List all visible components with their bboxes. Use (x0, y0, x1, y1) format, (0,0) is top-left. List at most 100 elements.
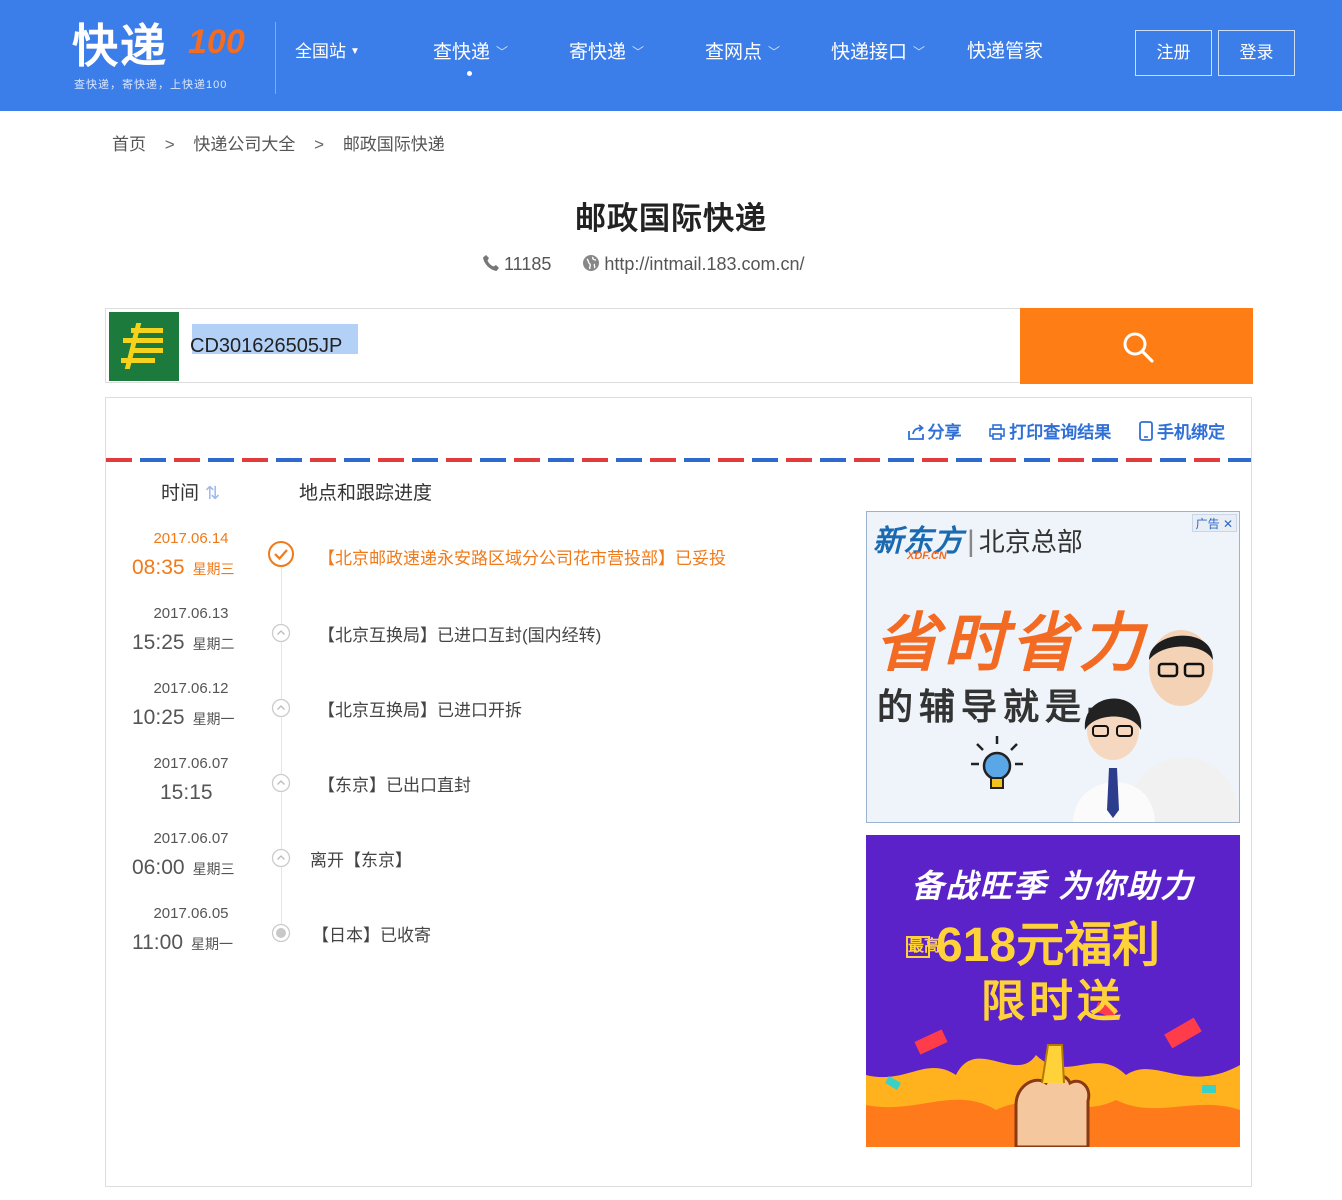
sort-icon[interactable]: ⇅ (205, 483, 220, 504)
chevron-down-icon: ﹀ (496, 45, 509, 59)
event-date: 2017.06.12 (153, 680, 229, 697)
event-clock: 10:25 (132, 706, 185, 729)
company-website: http://intmail.183.com.cn/ (604, 254, 805, 274)
nav-label: 查网点 (705, 42, 763, 63)
tracking-event: 2017.06.07 06:00 星期三 离开【东京】 (106, 830, 846, 890)
nav-find-outlet[interactable]: 查网点 ﹀ (705, 38, 780, 67)
chevron-down-icon: ﹀ (632, 45, 645, 59)
active-nav-indicator (467, 71, 472, 76)
top-navigation-bar: 快递 100 查快递，寄快递，上快递100 全国站 ▼ 查快递 ﹀ 寄快递 ﹀ 查网点… (0, 0, 1342, 111)
tracking-result-panel: 分享 打印查询结果 手机绑定 时间 ⇅ 地点和跟踪进度 2017.06.14 08… (105, 397, 1252, 1187)
header-divider (275, 22, 276, 94)
event-time: 15:25 星期二 (132, 631, 332, 655)
event-weekday: 星期三 (192, 561, 235, 577)
nav-label: 查快递 (433, 42, 491, 63)
event-date: 2017.06.07 (153, 830, 229, 847)
phone-icon (482, 254, 500, 277)
event-description: 离开【东京】 (310, 851, 412, 870)
event-clock: 15:25 (132, 631, 185, 654)
breadcrumb: 首页 > 快递公司大全 > 邮政国际快递 (112, 130, 445, 155)
company-website-link[interactable]: http://intmail.183.com.cn/ (582, 254, 805, 274)
event-description: 【日本】已收寄 (312, 926, 431, 945)
company-contact: 11185 http://intmail.183.com.cn/ (482, 254, 805, 277)
event-description: 【北京互换局】已进口互封(国内经转) (318, 626, 602, 645)
event-weekday: 星期三 (192, 861, 235, 877)
mobile-phone-icon (1139, 421, 1153, 441)
nav-label: 快递管家 (967, 41, 1044, 62)
breadcrumb-separator: > (164, 135, 175, 154)
event-date: 2017.06.05 (153, 905, 229, 922)
ad-badge[interactable]: 广告 ✕ (1191, 514, 1237, 532)
nav-track-parcel[interactable]: 查快递 ﹀ (433, 38, 508, 67)
caret-down-icon: ▼ (350, 46, 360, 57)
share-icon (907, 424, 924, 440)
register-button[interactable]: 注册 (1135, 30, 1212, 76)
lightbulb-icon (971, 736, 1023, 789)
breadcrumb-home[interactable]: 首页 (112, 130, 146, 155)
event-date: 2017.06.14 (153, 530, 229, 547)
share-button[interactable]: 分享 (907, 418, 962, 443)
advertisement-xdf[interactable]: 新东方 | 北京总部 XDF.CN 省时省力 的辅导就是- 广告 ✕ (866, 511, 1240, 823)
tracking-event: 2017.06.14 08:35 星期三 【北京邮政速递永安路区域分公司花市营投部… (106, 530, 846, 590)
region-label: 全国站 (295, 42, 346, 61)
tracking-event: 2017.06.12 10:25 星期一 【北京互换局】已进口开拆 (106, 680, 846, 740)
event-time: 11:00 星期一 (132, 931, 332, 955)
ad-offer-subtitle: 限时送 (981, 977, 1125, 1026)
event-clock: 08:35 (132, 556, 185, 579)
bind-phone-label: 手机绑定 (1157, 423, 1225, 442)
chevron-up-circle-icon (271, 848, 291, 868)
tracking-event: 2017.06.13 15:25 星期二 【北京互换局】已进口互封(国内经转) (106, 605, 846, 665)
ad-headline: 备战旺季 为你助力 (911, 868, 1195, 904)
event-description: 【北京互换局】已进口开拆 (318, 701, 522, 720)
bind-phone-button[interactable]: 手机绑定 (1138, 418, 1225, 443)
event-weekday: 星期一 (192, 711, 235, 727)
printer-icon (989, 424, 1006, 440)
region-selector[interactable]: 全国站 ▼ (295, 38, 360, 66)
print-label: 打印查询结果 (1009, 423, 1112, 442)
search-icon (1123, 332, 1154, 363)
breadcrumb-separator: > (314, 135, 325, 154)
nav-parcel-manager[interactable]: 快递管家 (967, 38, 1043, 66)
print-result-button[interactable]: 打印查询结果 (988, 418, 1111, 443)
event-weekday: 星期二 (192, 636, 235, 652)
event-clock: 15:15 (160, 781, 213, 804)
event-date: 2017.06.07 (153, 755, 229, 772)
login-button[interactable]: 登录 (1218, 30, 1295, 76)
logo-slogan: 查快递，寄快递，上快递100 (74, 79, 228, 91)
china-post-logo (109, 312, 179, 381)
company-title: 邮政国际快递 (575, 201, 767, 236)
logo-text: 快递 (72, 20, 168, 72)
nav-api[interactable]: 快递接口 ﹀ (831, 38, 925, 67)
airmail-border (106, 458, 1251, 462)
ad-brand-domain: XDF.CN (907, 550, 947, 562)
progress-column-header: 地点和跟踪进度 (299, 483, 433, 504)
ad-brand-location: 北京总部 (978, 527, 1083, 557)
nav-label: 快递接口 (831, 42, 908, 63)
event-time: 10:25 星期一 (132, 706, 332, 730)
tracking-number-input[interactable] (184, 315, 1014, 377)
event-weekday: 星期一 (191, 936, 233, 952)
time-column-header: 时间 ⇅ (161, 478, 220, 505)
breadcrumb-companies[interactable]: 快递公司大全 (193, 130, 295, 155)
event-clock: 11:00 (132, 931, 183, 954)
site-logo[interactable]: 快递 100 查快递，寄快递，上快递100 (72, 18, 262, 91)
ad-badge-label: 广告 (1195, 517, 1220, 531)
ad-brand: 新东方 | 北京总部 (873, 516, 1083, 560)
ad-people-illustration (1073, 630, 1239, 822)
share-label: 分享 (927, 423, 962, 442)
result-actions: 分享 打印查询结果 手机绑定 (885, 418, 1225, 443)
close-icon[interactable]: ✕ (1223, 517, 1233, 531)
advertisement-618[interactable]: 备战旺季 为你助力 最高618元福利 限时送 (866, 835, 1240, 1147)
nav-send-parcel[interactable]: 寄快递 ﹀ (569, 38, 644, 67)
origin-dot-icon (271, 923, 291, 943)
nav-label: 寄快递 (569, 42, 627, 63)
time-column-label: 时间 (161, 483, 200, 504)
event-date: 2017.06.13 (153, 605, 229, 622)
event-time: 06:00 星期三 (132, 856, 332, 880)
event-description: 【东京】已出口直封 (318, 776, 471, 795)
ad-brand-divider: | (967, 525, 975, 558)
tracking-search-bar (105, 308, 1253, 384)
logo-mark: 100 (188, 23, 245, 61)
search-button[interactable] (1020, 308, 1253, 384)
ad-offer-tag: 最高 (906, 936, 940, 958)
